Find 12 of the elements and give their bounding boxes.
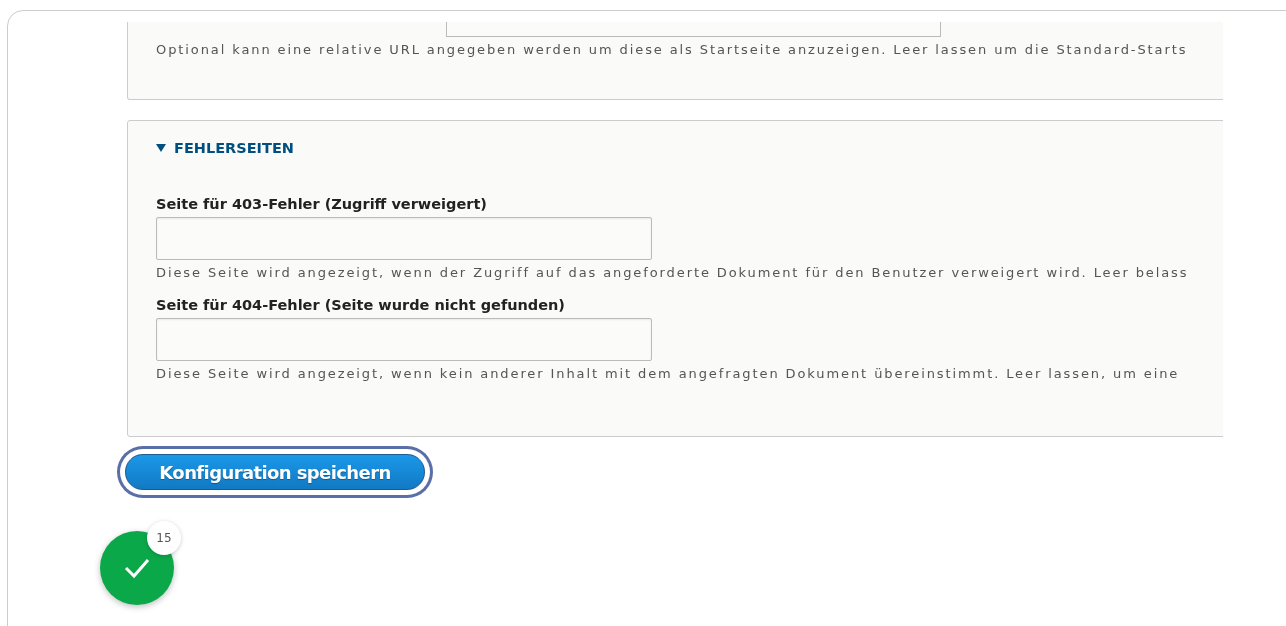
input-field[interactable]	[156, 217, 652, 260]
input-field[interactable]	[156, 318, 652, 361]
help-text: Diese Seite wird angezeigt, wenn der Zugriff auf das angeforderte Dokument für den Benutzer verweigert wird. Leer belass	[156, 265, 1190, 280]
check-icon	[123, 557, 151, 579]
caret-icon	[156, 143, 166, 153]
check-button[interactable]	[100, 531, 174, 605]
help-text: Optional kann eine relative URL angegeben werden um diese als Startseite anzuzeigen. Leer lassen um die Standard-Starts	[156, 42, 1189, 57]
help-text: Diese Seite wird angezeigt, wenn kein anderer Inhalt mit dem angefragten Dokument übereinstimmt. Leer lassen, um eine	[156, 366, 1181, 381]
field-label: Seite für 404-Fehler (Seite wurde nicht gefunden)	[156, 297, 566, 313]
field-label: Seite für 403-Fehler (Zugriff verweigert)	[156, 196, 488, 212]
section-toggle[interactable]: FEHLERSEITEN	[156, 140, 294, 156]
count-badge: 15	[147, 521, 181, 555]
